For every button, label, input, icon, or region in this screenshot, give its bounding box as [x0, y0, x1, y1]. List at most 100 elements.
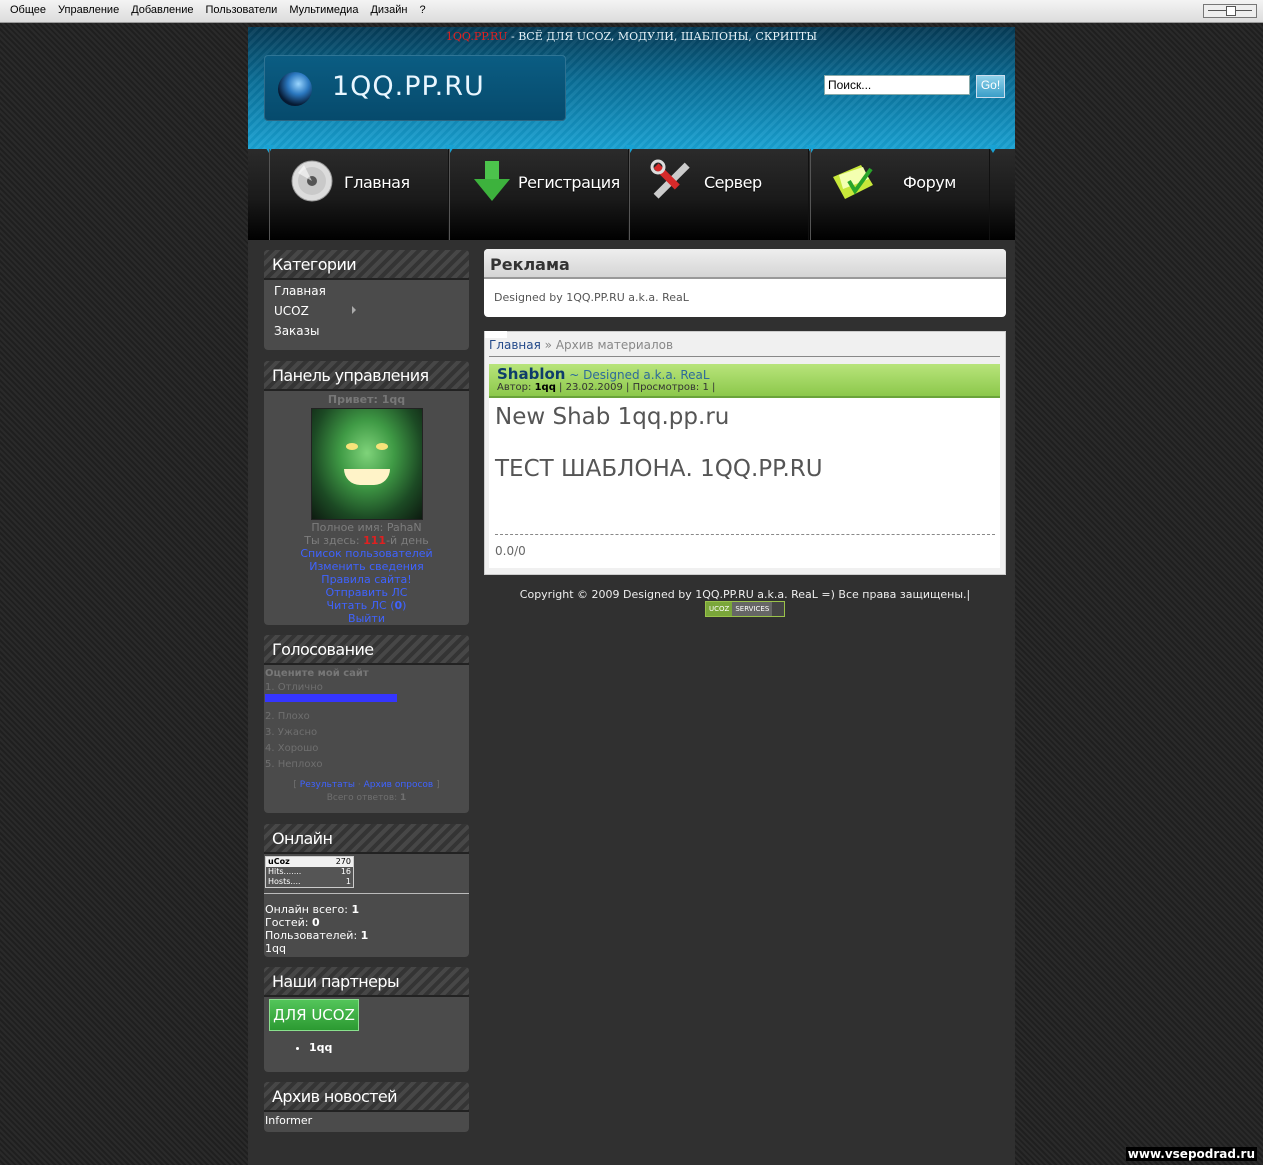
block-header: Онлайн — [264, 824, 469, 854]
nav-label: Сервер — [704, 173, 762, 192]
block-title: Наши партнеры — [272, 972, 400, 991]
admin-bar-slider-control[interactable] — [1203, 4, 1257, 18]
admin-menu: Общее Управление Добавление Пользователи… — [4, 4, 432, 16]
block-header: Архив новостей — [264, 1082, 469, 1112]
nav-item-register[interactable]: Регистрация — [449, 149, 629, 240]
entry-meta: Автор: 1qq | 23.02.2009 | Просмотров: 1 … — [497, 382, 715, 393]
block-header: Панель управления — [264, 361, 469, 391]
nav-item-server[interactable]: Сервер — [629, 149, 809, 240]
send-pm-link[interactable]: Отправить ЛС — [326, 586, 408, 599]
categories-block: Категории Главная UCOZ Заказы — [264, 250, 469, 350]
nav-label: Регистрация — [518, 173, 620, 192]
ad-block: Реклама Designed by 1QQ.PP.RU a.k.a. Rea… — [484, 249, 1006, 317]
tagline-site-name: 1QQ.PP.RU — [445, 30, 508, 43]
poll-option: 5. Неплохо — [265, 759, 323, 770]
greeting: Привет: 1qq — [327, 393, 406, 406]
counter-hosts-label: Hosts.... — [268, 877, 301, 886]
ucoz-counter[interactable]: uCoz 270 Hits....... 16 Hosts.... 1 — [265, 856, 354, 888]
site-header: 1QQ.PP.RU - ВСЁ ДЛЯ UCOZ, МОДУЛИ, ШАБЛОН… — [248, 27, 1015, 149]
entry-title-row: Shablon ~ Designed a.k.a. ReaL — [497, 365, 710, 383]
nav-item-forum[interactable]: Форум — [810, 149, 990, 240]
cd-disc-icon — [291, 160, 333, 202]
globe-logo-icon — [278, 72, 312, 106]
category-item-orders[interactable]: Заказы — [264, 320, 469, 340]
category-item-ucoz[interactable]: UCOZ — [264, 300, 469, 320]
poll-results-link[interactable]: Результаты — [300, 780, 355, 790]
admin-menu-design[interactable]: Дизайн — [364, 4, 413, 16]
site-logo[interactable]: 1QQ.PP.RU — [264, 55, 566, 121]
main-navigation: Главная Регистрация Сервер Форум — [248, 145, 1015, 240]
counter-hosts: 1 — [345, 877, 351, 886]
edit-profile-link[interactable]: Изменить сведения — [309, 560, 424, 573]
breadcrumb-separator: » — [540, 338, 556, 352]
folder-icon — [833, 165, 873, 199]
online-user-list[interactable]: 1qq — [264, 942, 469, 955]
admin-menu-users[interactable]: Пользователи — [200, 4, 284, 16]
entry-author[interactable]: 1qq — [535, 382, 556, 393]
tools-icon — [650, 159, 690, 199]
block-title: Панель управления — [272, 366, 429, 385]
divider — [489, 356, 1000, 357]
nav-label: Форум — [903, 173, 956, 192]
badge-left: UCOZ — [706, 602, 733, 616]
tagline-text: - ВСЁ ДЛЯ UCOZ, МОДУЛИ, ШАБЛОНЫ, СКРИПТЫ — [507, 30, 818, 43]
ad-text: Designed by 1QQ.PP.RU a.k.a. ReaL — [494, 291, 689, 304]
read-pm-close: ) — [402, 599, 407, 612]
ucoz-services-badge[interactable]: UCOZ SERVICES — [705, 601, 785, 617]
days-here: Ты здесь: 111-й день — [264, 534, 469, 547]
admin-menu-help[interactable]: ? — [413, 4, 431, 16]
search-input[interactable] — [824, 75, 970, 95]
counter-brand-value: 270 — [335, 857, 351, 866]
admin-menu-manage[interactable]: Управление — [52, 4, 125, 16]
entry-body: New Shab 1qq.pp.ru ТЕСТ ШАБЛОНА. 1QQ.PP.… — [489, 398, 1000, 568]
online-users: Пользователей: 1 — [264, 929, 469, 942]
admin-menu-multimedia[interactable]: Мультимедиа — [283, 4, 364, 16]
breadcrumb-home[interactable]: Главная — [489, 338, 541, 352]
page-container: 1QQ.PP.RU - ВСЁ ДЛЯ UCOZ, МОДУЛИ, ШАБЛОН… — [248, 27, 1015, 1165]
online-users-value: 1 — [360, 929, 369, 942]
online-guests: Гостей: 0 — [264, 916, 469, 929]
category-item-home[interactable]: Главная — [264, 280, 469, 300]
nav-label: Главная — [344, 173, 410, 192]
admin-menu-add[interactable]: Добавление — [125, 4, 199, 16]
block-title: Архив новостей — [272, 1087, 398, 1106]
partner-item[interactable]: 1qq — [309, 1041, 469, 1054]
block-title: Голосование — [272, 640, 374, 659]
watermark: www.vsepodrad.ru — [1125, 1147, 1257, 1161]
poll-option: 4. Хорошо — [265, 743, 319, 754]
logo-text: 1QQ.PP.RU — [332, 71, 485, 102]
card-header: Реклама — [484, 249, 1006, 279]
breadcrumb-current: Архив материалов — [555, 338, 674, 352]
control-panel-block: Панель управления Привет: 1qq Полное имя… — [264, 361, 469, 625]
read-pm-count: 0 — [394, 599, 403, 612]
footer-copyright: Copyright © 2009 Designed by 1QQ.PP.RU a… — [519, 588, 971, 601]
block-header: Категории — [264, 250, 469, 280]
counter-hits-label: Hits....... — [268, 867, 302, 876]
block-header: Голосование — [264, 635, 469, 665]
search-go-button[interactable]: Go! — [976, 75, 1005, 98]
read-pm-link[interactable]: Читать ЛС (0) — [327, 599, 407, 612]
online-total-label: Онлайн всего: — [265, 903, 352, 916]
user-avatar — [310, 408, 423, 520]
divider — [264, 893, 469, 894]
online-stats: Онлайн всего: 1 Гостей: 0 Пользователей:… — [264, 903, 469, 955]
avatar-eye — [375, 443, 388, 450]
news-archive-block: Архив новостей Informer — [264, 1082, 469, 1132]
entry-title[interactable]: Shablon — [497, 365, 565, 383]
poll-option: 3. Ужасно — [265, 727, 318, 738]
partner-banner[interactable]: ДЛЯ UCOZ — [269, 999, 359, 1031]
entry-subtitle: ~ Designed a.k.a. ReaL — [565, 368, 710, 382]
logout-link[interactable]: Выйти — [348, 612, 385, 625]
card-title: Реклама — [490, 255, 570, 274]
days-label: Ты здесь: — [304, 534, 364, 547]
site-rules-link[interactable]: Правила сайта! — [321, 573, 411, 586]
partner-list: 1qq — [264, 1041, 469, 1054]
avatar-eye — [345, 443, 358, 450]
admin-menu-general[interactable]: Общее — [4, 4, 52, 16]
online-total: Онлайн всего: 1 — [264, 903, 469, 916]
informer-text: Informer — [265, 1114, 313, 1127]
poll-archive-link[interactable]: Архив опросов — [364, 780, 434, 790]
nav-item-home[interactable]: Главная — [269, 149, 449, 240]
poll-links: [ Результаты · Архив опросов ] — [293, 780, 440, 790]
users-list-link[interactable]: Список пользователей — [300, 547, 432, 560]
